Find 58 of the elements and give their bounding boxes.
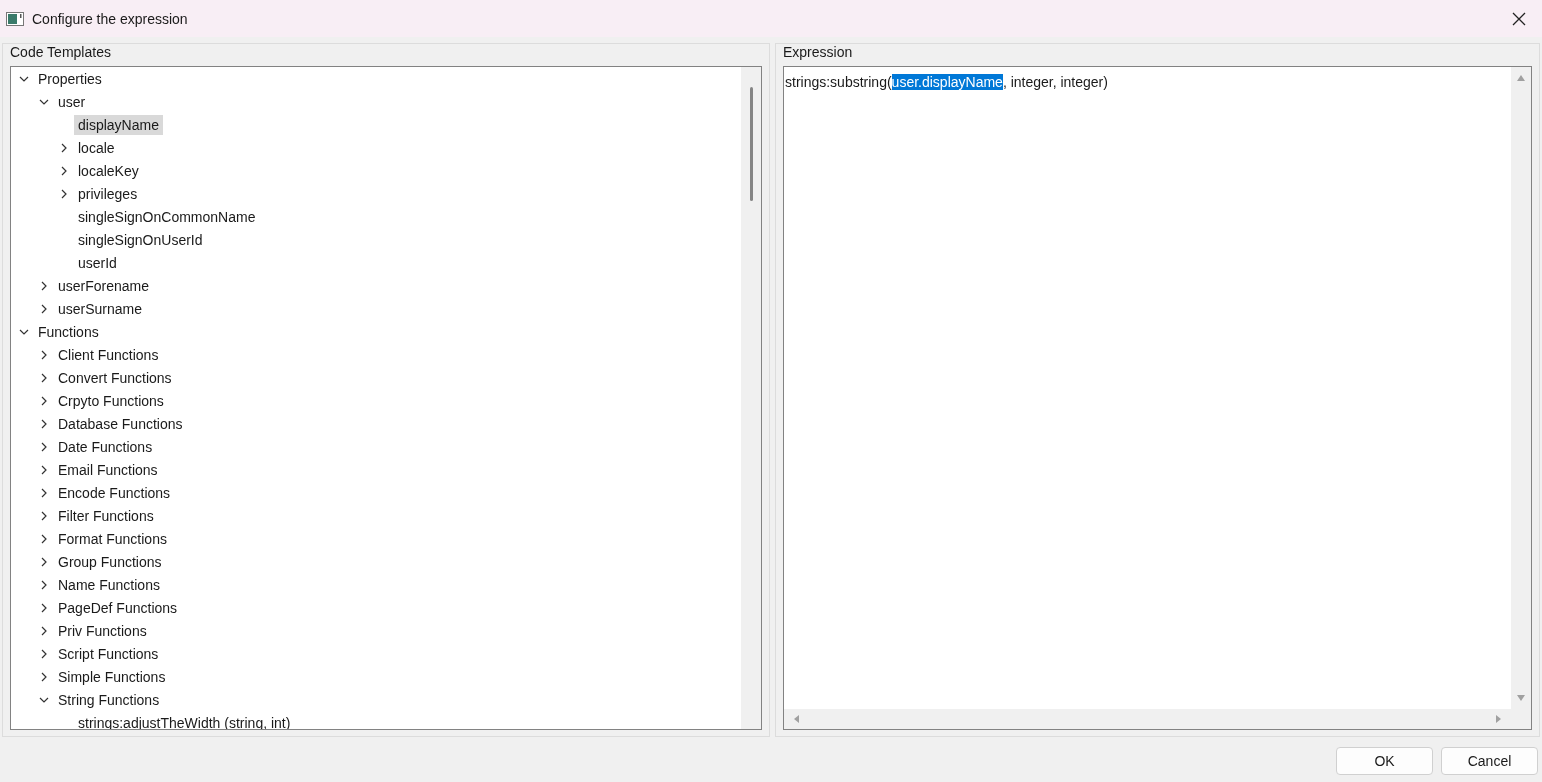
chevron-right-icon[interactable] xyxy=(39,579,49,590)
chevron-right-icon[interactable] xyxy=(39,533,49,544)
chevron-right-icon[interactable] xyxy=(39,349,49,360)
tree-item[interactable]: userSurname xyxy=(54,298,147,319)
chevron-right-icon[interactable] xyxy=(39,280,49,291)
tree-item[interactable]: Encode Functions xyxy=(54,482,175,503)
chevron-right-icon[interactable] xyxy=(39,648,49,659)
chevron-right-icon[interactable] xyxy=(59,142,69,153)
tree-item[interactable]: Group Functions xyxy=(54,551,166,572)
app-icon xyxy=(6,11,24,26)
tree-item[interactable]: Date Functions xyxy=(54,436,157,457)
chevron-right-icon[interactable] xyxy=(39,418,49,429)
tree-item[interactable]: singleSignOnUserId xyxy=(74,229,207,250)
tree-item[interactable]: PageDef Functions xyxy=(54,597,182,618)
group-title: Expression xyxy=(783,44,854,60)
tree-item[interactable]: userId xyxy=(74,252,121,273)
chevron-right-icon[interactable] xyxy=(39,671,49,682)
tree-item[interactable]: Convert Functions xyxy=(54,367,176,388)
tree-item[interactable]: Script Functions xyxy=(54,643,163,664)
expression-text: , integer, integer) xyxy=(1002,74,1108,90)
tree-item[interactable]: Crpyto Functions xyxy=(54,390,168,411)
chevron-right-icon[interactable] xyxy=(39,441,49,452)
tree-item[interactable]: Properties xyxy=(34,68,106,89)
close-icon[interactable] xyxy=(1512,11,1526,26)
tree-item[interactable]: Priv Functions xyxy=(54,620,151,641)
chevron-right-icon[interactable] xyxy=(59,165,69,176)
tree-item[interactable]: Functions xyxy=(34,321,103,342)
tree-item[interactable]: localeKey xyxy=(74,160,143,181)
expression-text: strings:substring( xyxy=(785,74,892,90)
tree-item[interactable]: String Functions xyxy=(54,689,164,710)
chevron-right-icon[interactable] xyxy=(39,464,49,475)
tree-item[interactable]: singleSignOnCommonName xyxy=(74,206,260,227)
window-title: Configure the expression xyxy=(32,10,189,27)
chevron-right-icon[interactable] xyxy=(39,510,49,521)
tree-item[interactable]: Format Functions xyxy=(54,528,171,549)
tree-item[interactable]: privileges xyxy=(74,183,142,204)
chevron-right-icon[interactable] xyxy=(39,556,49,567)
tree-item[interactable]: user xyxy=(54,91,90,112)
dialog-button[interactable]: Cancel xyxy=(1441,747,1538,775)
tree-item[interactable]: Name Functions xyxy=(54,574,164,595)
chevron-right-icon[interactable] xyxy=(39,303,49,314)
scrollbar[interactable] xyxy=(741,67,761,729)
tree-item[interactable]: Client Functions xyxy=(54,344,163,365)
dialog-button[interactable]: OK xyxy=(1336,747,1433,775)
chevron-right-icon[interactable] xyxy=(39,395,49,406)
chevron-right-icon[interactable] xyxy=(39,625,49,636)
tree-item[interactable]: Filter Functions xyxy=(54,505,158,526)
chevron-right-icon[interactable] xyxy=(59,188,69,199)
group-title: Code Templates xyxy=(10,44,112,60)
chevron-right-icon[interactable] xyxy=(39,372,49,383)
tree-item[interactable]: userForename xyxy=(54,275,154,296)
chevron-right-icon[interactable] xyxy=(39,487,49,498)
chevron-right-icon[interactable] xyxy=(39,602,49,613)
tree-item[interactable]: Email Functions xyxy=(54,459,162,480)
tree-item[interactable]: Simple Functions xyxy=(54,666,170,687)
tree-item[interactable]: displayName xyxy=(74,114,163,135)
tree-item[interactable]: Database Functions xyxy=(54,413,187,434)
tree-item[interactable]: locale xyxy=(74,137,119,158)
